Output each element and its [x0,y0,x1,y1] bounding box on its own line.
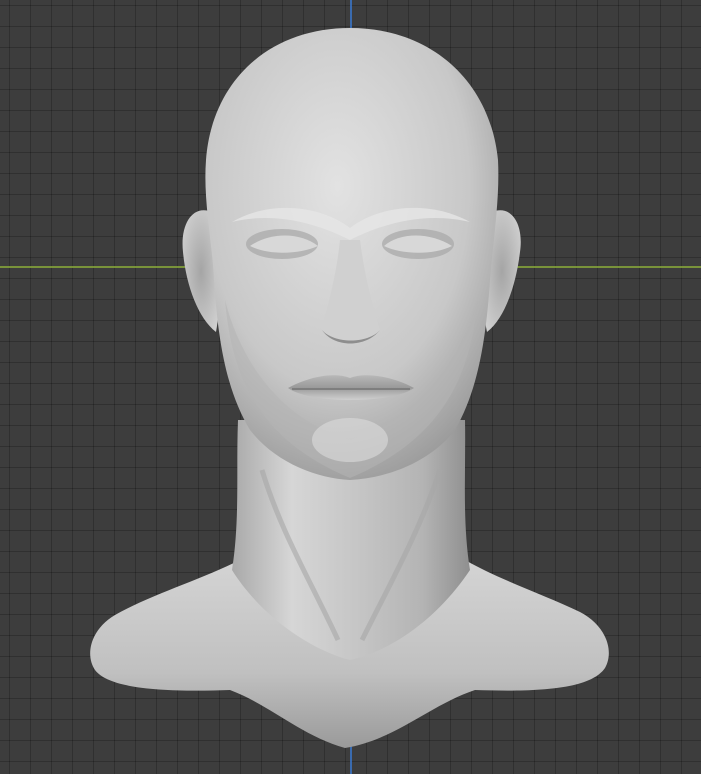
viewport-canvas [0,0,701,774]
3d-viewport[interactable] [0,0,701,774]
model-chin [312,418,388,462]
